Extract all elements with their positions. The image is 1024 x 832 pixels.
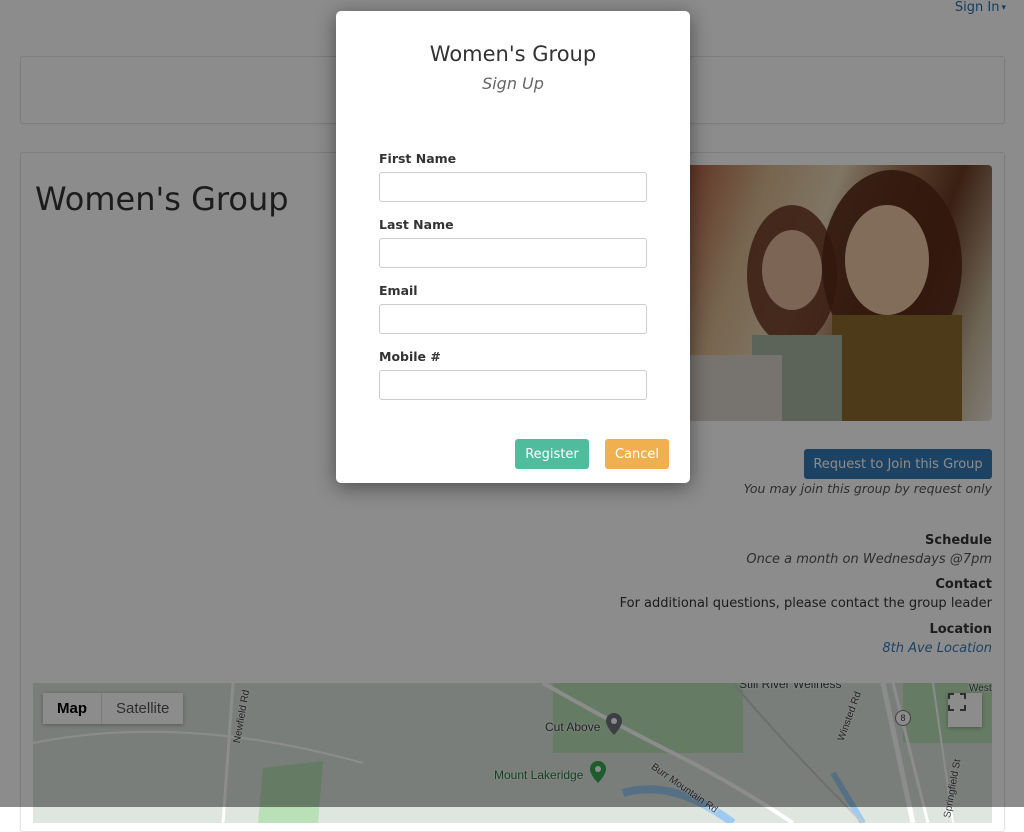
mobile-field[interactable]	[379, 370, 647, 400]
email-field[interactable]	[379, 304, 647, 334]
modal-subtitle: Sign Up	[482, 74, 544, 93]
cancel-button[interactable]: Cancel	[605, 439, 669, 469]
mobile-label: Mobile #	[379, 349, 441, 364]
last-name-field[interactable]	[379, 238, 647, 268]
last-name-label: Last Name	[379, 217, 454, 232]
first-name-label: First Name	[379, 151, 457, 166]
first-name-field[interactable]	[379, 172, 647, 202]
signup-modal: Women's Group Sign Up First Name Last Na…	[336, 11, 690, 483]
register-button[interactable]: Register	[515, 439, 589, 469]
email-label: Email	[379, 283, 418, 298]
modal-title: Women's Group	[429, 42, 597, 66]
